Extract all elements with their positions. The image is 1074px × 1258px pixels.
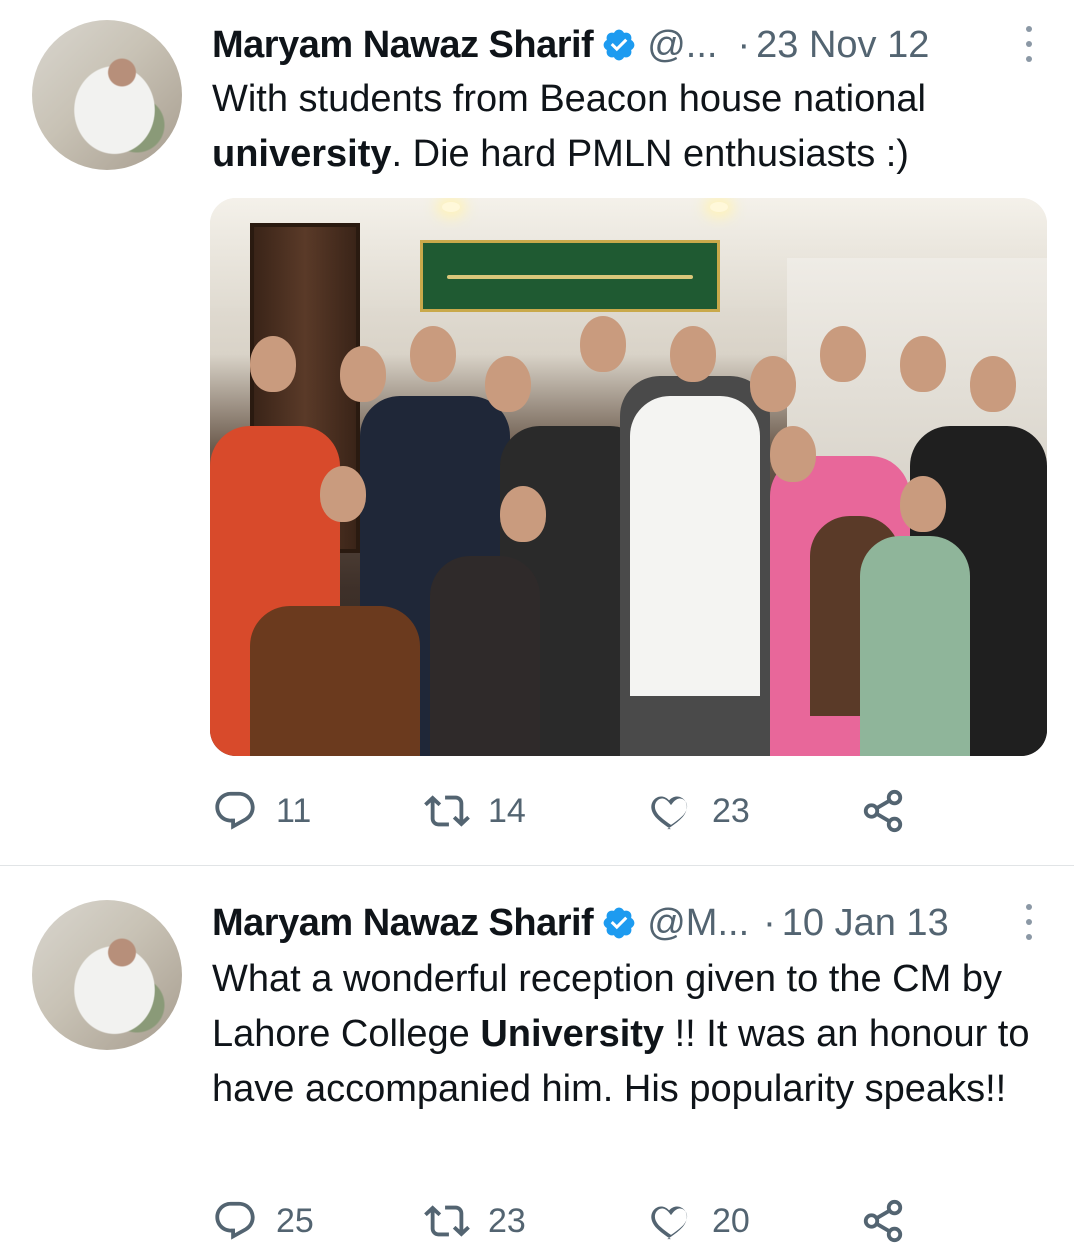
- author-handle[interactable]: @M...: [647, 902, 749, 945]
- tweet-photo[interactable]: [210, 198, 1047, 756]
- tweet-header: Maryam Nawaz Sharif @... · 23 Nov 12: [212, 20, 1044, 70]
- tweet[interactable]: Maryam Nawaz Sharif @M... · 10 Jan 13 Wh…: [0, 868, 1074, 1258]
- like-icon: [651, 1206, 688, 1240]
- retweet-icon: [424, 795, 470, 827]
- like-icon: [651, 796, 688, 830]
- separator: ·: [763, 901, 776, 944]
- share-button[interactable]: [860, 1196, 906, 1246]
- tweet-text-bold: University: [480, 1013, 665, 1055]
- tweet-text-part: . Die hard PMLN enthusiasts :): [391, 133, 909, 175]
- separator: ·: [737, 23, 751, 66]
- author-handle[interactable]: @...: [647, 24, 717, 67]
- photo-light: [710, 202, 728, 212]
- author-name[interactable]: Maryam Nawaz Sharif: [212, 902, 594, 945]
- tweet[interactable]: Maryam Nawaz Sharif @... · 23 Nov 12 Wit…: [0, 0, 1074, 866]
- retweet-count: 14: [488, 791, 526, 830]
- share-icon: [863, 789, 903, 833]
- tweet-header: Maryam Nawaz Sharif @M... · 10 Jan 13: [212, 898, 1044, 948]
- retweet-button[interactable]: 14: [424, 786, 526, 836]
- verified-badge-icon: [603, 907, 635, 939]
- reply-count: 11: [276, 791, 312, 830]
- avatar[interactable]: [32, 20, 182, 170]
- reply-icon: [215, 791, 255, 830]
- share-icon: [863, 1199, 903, 1243]
- more-icon[interactable]: [1014, 902, 1044, 942]
- tweet-date[interactable]: 23 Nov 12: [756, 24, 929, 67]
- retweet-button[interactable]: 23: [424, 1196, 526, 1246]
- like-button[interactable]: 20: [648, 1196, 750, 1246]
- retweet-icon: [424, 1205, 470, 1237]
- reply-button[interactable]: 25: [212, 1196, 314, 1246]
- tweet-text: What a wonderful reception given to the …: [212, 952, 1032, 1117]
- tweet-text-part: With students from Beacon house national: [212, 78, 926, 120]
- avatar[interactable]: [32, 900, 182, 1050]
- like-count: 20: [712, 1201, 750, 1240]
- retweet-count: 23: [488, 1201, 526, 1240]
- share-button[interactable]: [860, 786, 906, 836]
- verified-badge-icon: [603, 29, 635, 61]
- tweet-actions: 11 14 23: [210, 786, 930, 836]
- photo-light: [442, 202, 460, 212]
- tweet-text: With students from Beacon house national…: [212, 72, 1032, 182]
- tweet-actions: 25 23 20: [210, 1196, 930, 1246]
- more-icon[interactable]: [1014, 24, 1044, 64]
- author-name[interactable]: Maryam Nawaz Sharif: [212, 24, 594, 67]
- reply-button[interactable]: 11: [212, 786, 311, 836]
- tweet-date[interactable]: 10 Jan 13: [782, 902, 949, 945]
- reply-count: 25: [276, 1201, 314, 1240]
- like-count: 23: [712, 791, 750, 830]
- like-button[interactable]: 23: [648, 786, 750, 836]
- reply-icon: [215, 1201, 255, 1240]
- photo-sign: [420, 240, 720, 312]
- tweet-text-bold: university: [212, 133, 392, 175]
- photo-crowd: [210, 316, 1047, 756]
